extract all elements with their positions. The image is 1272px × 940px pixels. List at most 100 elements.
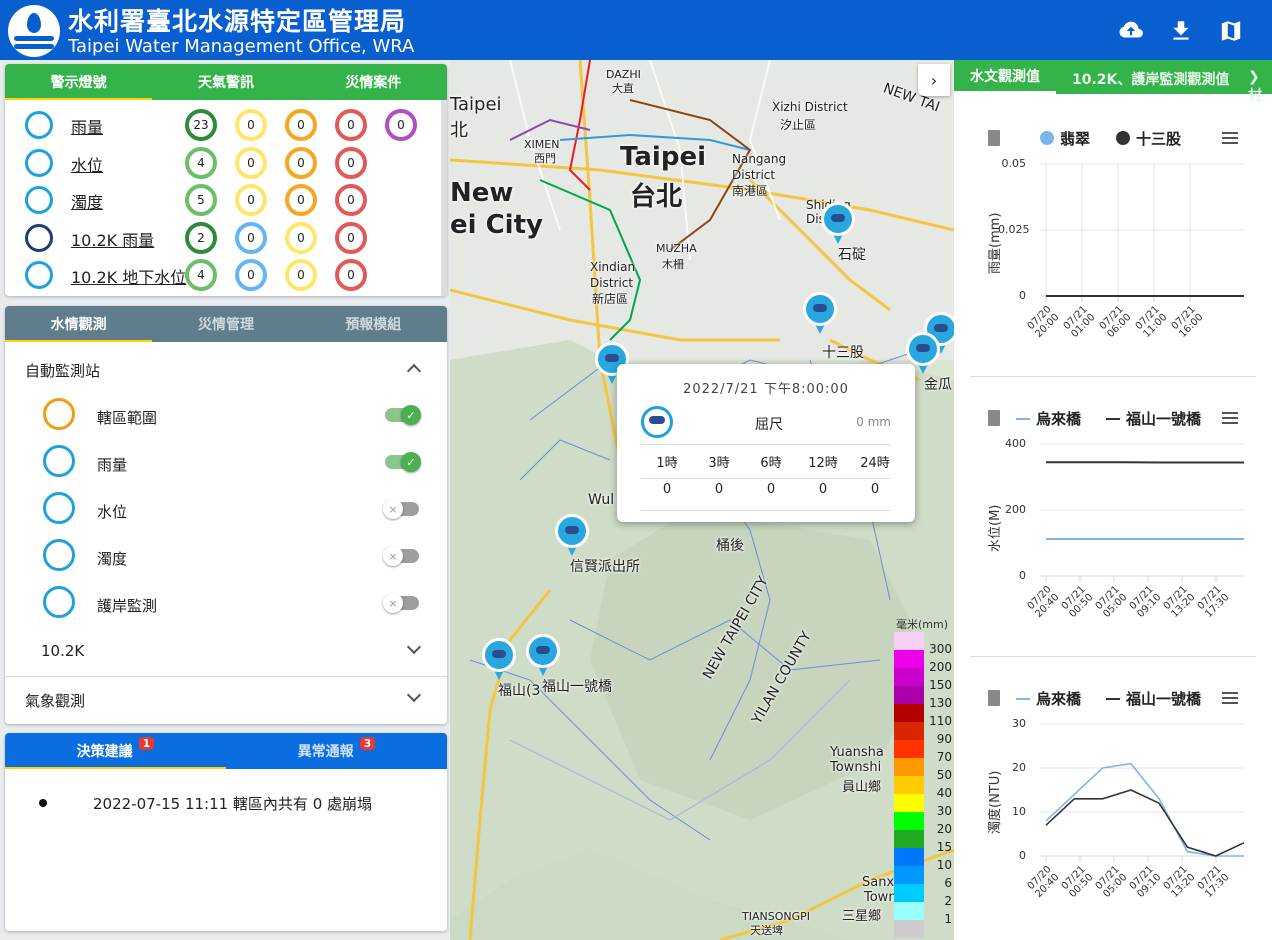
tab-hydrology[interactable]: 水文觀測值: [954, 60, 1056, 94]
station-marker[interactable]: [555, 514, 589, 558]
hydrology-chart: 烏來橋 福山一號橋 濁度(NTU) 30 20 10 0 07/20 20:40 07/21 0…: [968, 684, 1268, 934]
alert-count-ring[interactable]: 0: [235, 109, 267, 141]
station-type-icon: [25, 186, 53, 214]
layer-toggle[interactable]: ✓: [385, 452, 421, 472]
toggle-knob: ✓: [401, 452, 421, 472]
map-label: 台北: [630, 182, 683, 212]
toggle-knob: ×: [383, 546, 403, 566]
alert-count-ring[interactable]: 0: [235, 146, 267, 179]
alert-panel: 警示燈號 天氣警訊 災情案件 雨量 23 0 0 0 0 水位 4 0 0 0 濁度 5 0 0 0 10.2K…: [5, 64, 447, 296]
alert-count-ring[interactable]: 0: [385, 109, 417, 141]
map-label: 員山鄉: [842, 780, 882, 795]
popup-col-header: 3時: [708, 456, 730, 471]
alert-count-ring[interactable]: 0: [285, 109, 317, 141]
map-label: Wul: [588, 492, 615, 508]
toggle-knob: ×: [383, 499, 403, 519]
station-marker[interactable]: [482, 638, 516, 682]
map-label: ei City: [450, 210, 543, 240]
app-header: 水利署臺北水源特定區管理局 Taipei Water Management Of…: [0, 0, 1272, 60]
layer-row: 護岸監測 ×: [5, 582, 447, 629]
map-label: 信賢派出所: [570, 559, 640, 575]
alert-count-ring[interactable]: 0: [335, 221, 367, 254]
download-icon[interactable]: [1168, 18, 1194, 44]
map-icon[interactable]: [1218, 18, 1244, 44]
map-label: 北: [450, 120, 468, 141]
popup-time: 2022/7/21 下午8:00:00: [683, 382, 849, 397]
y-tick-label: 30: [1012, 717, 1026, 730]
tab-weather-alerts[interactable]: 天氣警訊: [152, 64, 299, 100]
legend-unit: 毫米(mm): [896, 618, 949, 631]
alert-count-ring[interactable]: 0: [285, 184, 317, 216]
tab-anomaly-report[interactable]: 異常通報 3: [226, 733, 447, 769]
wra-logo: [8, 5, 60, 57]
layer-toggle[interactable]: ✓: [385, 405, 421, 425]
layer-row: 濁度 ×: [5, 535, 447, 582]
alert-count-ring[interactable]: 4: [185, 259, 217, 291]
alert-count-ring[interactable]: 4: [185, 146, 217, 179]
map-label: Xizhi District: [772, 100, 848, 114]
tab-label: 村: [1248, 88, 1262, 104]
tab-decision-advice[interactable]: 決策建議 1: [5, 733, 226, 769]
y-tick-label: 10: [1012, 805, 1026, 818]
map-label: New: [450, 178, 514, 208]
alert-row-label[interactable]: 濁度: [71, 189, 103, 213]
chevron-right-icon: ❯: [1248, 69, 1260, 85]
alert-row-label[interactable]: 水位: [71, 152, 103, 176]
station-popup: 2022/7/21 下午8:00:00 屈尺 0 mm 1時 3時 6時 12時 24時…: [617, 364, 915, 522]
legend-level: 20: [936, 822, 952, 836]
alert-count-ring[interactable]: 0: [335, 109, 367, 141]
legend-level: 1: [944, 912, 952, 926]
observation-panel: 水情觀測 災情管理 預報模組 自動監測站 轄區範圍 ✓ 雨量 ✓ 水位 × 濁度 × 護岸監測 ×…: [5, 306, 447, 724]
tab-102k-monitoring[interactable]: 10.2K、護岸監測觀測值: [1072, 69, 1229, 89]
layer-label: 雨量: [97, 456, 128, 474]
tab-alert-lights[interactable]: 警示燈號: [5, 64, 153, 100]
alert-row: 濁度 5 0 0 0: [5, 180, 445, 218]
alert-count-ring[interactable]: 0: [285, 259, 317, 291]
popup-col-value: 0: [818, 482, 828, 497]
collapse-panel-button[interactable]: ›: [918, 64, 950, 96]
alert-count-ring[interactable]: 0: [335, 146, 367, 179]
layer-toggle[interactable]: ×: [383, 499, 419, 519]
layer-toggle[interactable]: ×: [383, 546, 419, 566]
chevron-down-icon: [406, 639, 422, 655]
alert-row: 雨量 23 0 0 0 0: [5, 105, 445, 143]
station-marker[interactable]: [821, 202, 855, 246]
station-marker[interactable]: [526, 634, 560, 678]
app-subtitle: Taipei Water Management Office, WRA: [68, 36, 415, 57]
alert-row-label[interactable]: 10.2K 地下水位: [71, 264, 186, 288]
alert-count-ring[interactable]: 0: [335, 259, 367, 291]
layer-label: 護岸監測: [97, 597, 158, 615]
count-badge: 1: [138, 736, 155, 750]
cloud-upload-icon[interactable]: [1118, 18, 1144, 44]
legend-level: 30: [936, 804, 952, 818]
alert-count-ring[interactable]: 0: [235, 184, 267, 216]
alert-count-ring[interactable]: 0: [285, 221, 317, 254]
alert-count-ring[interactable]: 0: [235, 259, 267, 291]
tab-water-observation[interactable]: 水情觀測: [5, 306, 153, 342]
alert-count-ring[interactable]: 23: [185, 109, 217, 141]
legend-level: 110: [929, 714, 952, 728]
tab-village[interactable]: ❯村: [1248, 69, 1272, 105]
tab-disaster-cases[interactable]: 災情案件: [300, 64, 447, 100]
section-auto-stations[interactable]: 自動監測站: [5, 346, 447, 394]
legend-level: 50: [936, 768, 952, 782]
alert-count-ring[interactable]: 0: [235, 221, 267, 254]
alert-count-ring[interactable]: 5: [185, 184, 217, 216]
map-label: 三星鄉: [842, 909, 882, 924]
tab-label: 決策建議: [76, 744, 133, 760]
alert-row-label[interactable]: 10.2K 雨量: [71, 227, 154, 251]
station-type-icon: [25, 111, 53, 139]
alert-count-ring[interactable]: 2: [185, 221, 217, 254]
tab-forecast-module[interactable]: 預報模組: [300, 306, 447, 342]
layer-toggle[interactable]: ×: [383, 593, 419, 613]
popup-col-header: 6時: [760, 456, 782, 471]
alert-count-ring[interactable]: 0: [285, 146, 317, 179]
tab-disaster-management[interactable]: 災情管理: [152, 306, 299, 342]
alert-count-ring[interactable]: 0: [335, 184, 367, 216]
section-title: 10.2K: [41, 642, 85, 660]
section-weather-observation[interactable]: 氣象觀測: [5, 676, 447, 724]
station-marker[interactable]: [803, 292, 837, 336]
alert-row-label[interactable]: 雨量: [71, 114, 103, 138]
section-102k[interactable]: 10.2K: [5, 628, 447, 676]
y-tick-label: 0: [1019, 289, 1026, 302]
